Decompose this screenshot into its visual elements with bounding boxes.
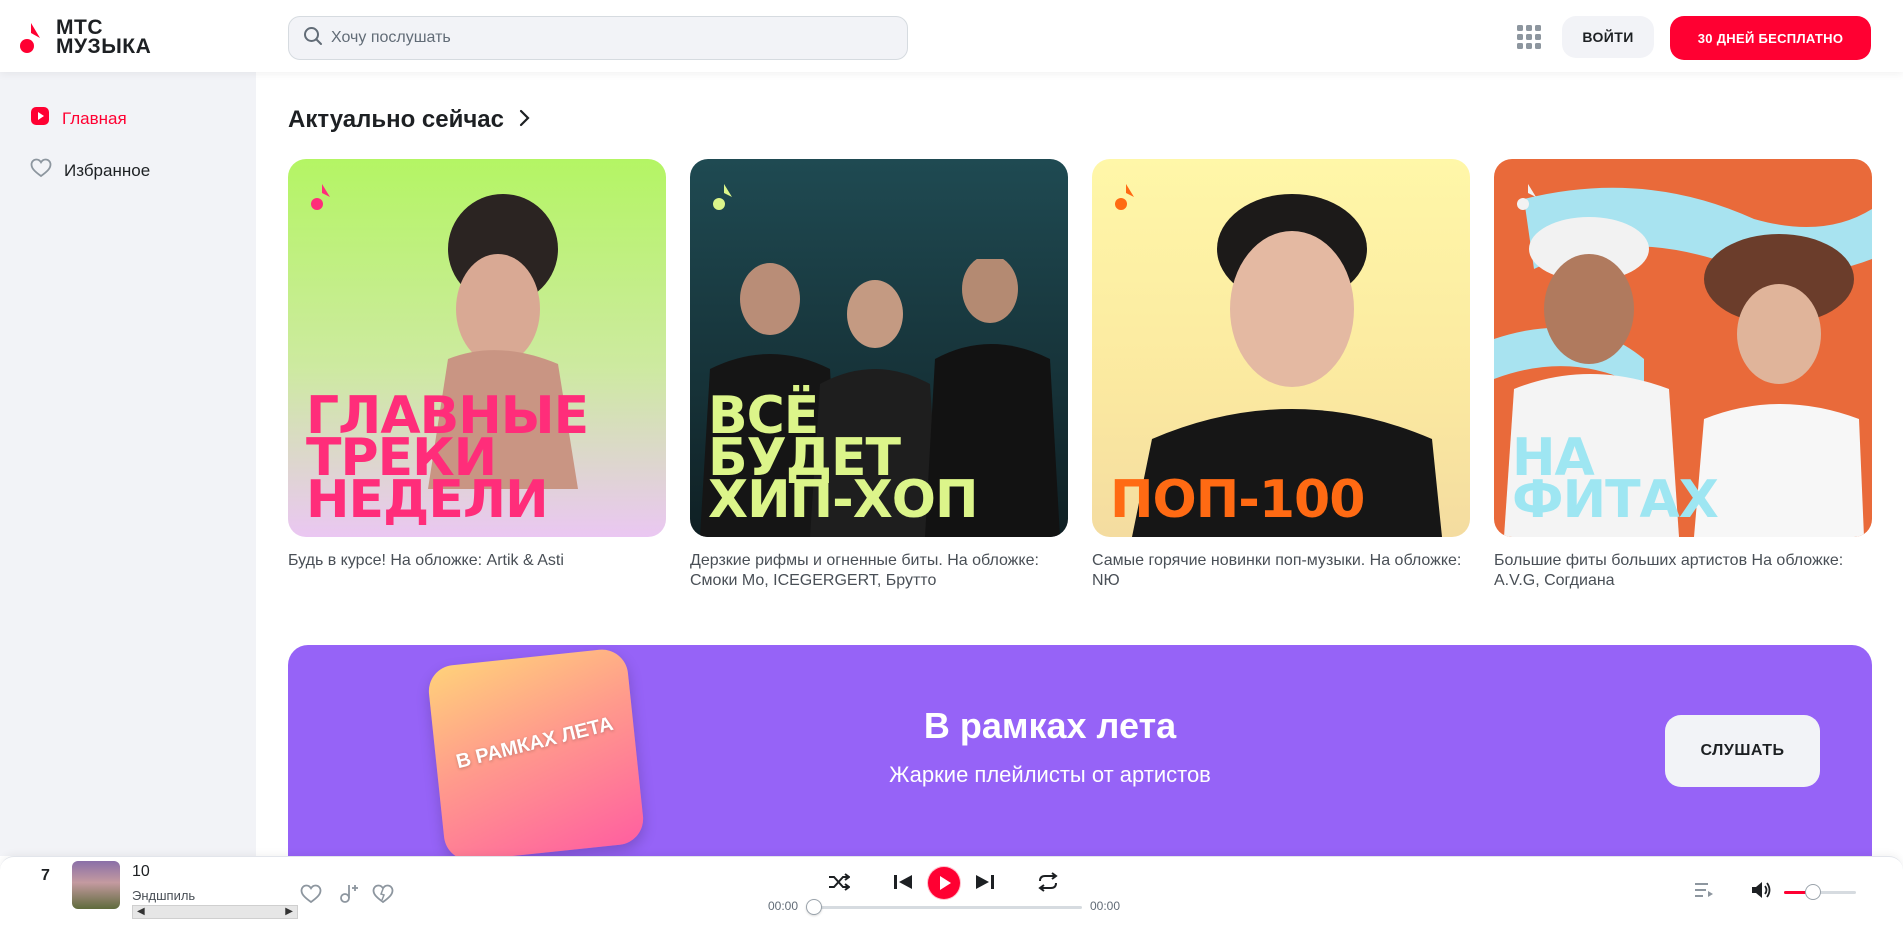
play-square-icon (30, 106, 50, 131)
header: МТС МУЗЫКА ВОЙТИ 30 ДНЕЙ БЕСПЛАТНО (0, 0, 1903, 72)
time-current: 00:00 (768, 899, 799, 913)
playlist-cover: ПОП-100 (1092, 159, 1470, 537)
card-description: Большие фиты больших артистов На обложке… (1494, 552, 1844, 589)
heart-icon (30, 158, 52, 183)
promo-cover-art[interactable]: В РАМКАХ ЛЕТА (426, 647, 646, 856)
sidebar-item-favorites[interactable]: Избранное (30, 158, 150, 183)
section-title-link[interactable]: Актуально сейчас (288, 106, 530, 134)
playlist-cover: ГЛАВНЫЕ ТРЕКИ НЕДЕЛИ (288, 159, 666, 537)
promo-subtitle: Жаркие плейлисты от артистов (288, 762, 1872, 788)
track-thumbnail[interactable] (72, 861, 120, 909)
listen-button[interactable]: СЛУШАТЬ (1665, 715, 1820, 787)
main-content: Актуально сейчас ГЛАВНЫЕ ТРЕКИ НЕДЕЛИ Будь… (256, 72, 1903, 856)
shuffle-icon[interactable] (828, 873, 851, 896)
time-total: 00:00 (1090, 899, 1121, 913)
volume-handle[interactable] (1804, 884, 1821, 900)
free-trial-button[interactable]: 30 ДНЕЙ БЕСПЛАТНО (1670, 16, 1871, 60)
volume-icon[interactable] (1751, 881, 1773, 904)
previous-track-icon[interactable] (893, 874, 913, 895)
cover-title: ПОП-100 (1110, 470, 1365, 530)
apps-grid-icon[interactable] (1516, 24, 1542, 50)
promo-title: В рамках лета (288, 705, 1872, 747)
login-button[interactable]: ВОЙТИ (1562, 16, 1654, 58)
search-box[interactable] (288, 16, 908, 60)
track-title[interactable]: 10 (132, 863, 150, 881)
note-icon (311, 184, 330, 210)
repeat-icon[interactable] (1037, 872, 1059, 897)
dislike-heart-icon[interactable] (372, 884, 394, 909)
card-description: Самые горячие новинки поп-музыки. На обл… (1092, 552, 1462, 589)
playlist-card[interactable]: ВСЁ БУДЕТ ХИП-ХОП Дерзкие рифмы и огненные… (690, 159, 1068, 591)
note-icon (1115, 184, 1134, 210)
playlist-card[interactable]: ПОП-100 Самые горячие новинки поп-музыки… (1092, 159, 1470, 591)
note-icon (713, 184, 732, 210)
scroll-right-icon[interactable]: ▶ (285, 906, 293, 918)
horizontal-scrollbar[interactable]: ◀ ▶ (132, 905, 298, 919)
track-number: 7 (41, 867, 50, 884)
section-title: Актуально сейчас (288, 106, 504, 133)
promo-subtitle-text: Жаркие плейлисты от артистов (889, 762, 1211, 787)
playlist-cover: ВСЁ БУДЕТ ХИП-ХОП (690, 159, 1068, 537)
sidebar-item-label: Главная (62, 108, 127, 128)
playlist-card[interactable]: НА ФИТАХ Большие фиты больших артистов На… (1494, 159, 1872, 591)
cover-title: ВСЁ БУДЕТ ХИП-ХОП (708, 386, 979, 530)
playlist-card[interactable]: ГЛАВНЫЕ ТРЕКИ НЕДЕЛИ Будь в курсе! На обло… (288, 159, 666, 571)
chevron-right-icon (518, 106, 530, 134)
cover-title: НА ФИТАХ (1512, 428, 1719, 530)
sidebar-item-home[interactable]: Главная (30, 106, 127, 131)
next-track-icon[interactable] (975, 874, 995, 895)
like-heart-icon[interactable] (300, 884, 322, 909)
play-button[interactable] (927, 866, 961, 905)
promo-title-text: В рамках лета (923, 705, 1177, 746)
logo-note-icon (18, 19, 48, 55)
sidebar: Главная Избранное (0, 72, 256, 856)
logo-line-2: МУЗЫКА (56, 35, 152, 58)
add-to-playlist-icon[interactable] (338, 882, 358, 909)
queue-list-icon[interactable] (1694, 882, 1714, 903)
playlist-cover: НА ФИТАХ (1494, 159, 1872, 537)
card-description: Дерзкие рифмы и огненные биты. На обложк… (690, 552, 1039, 589)
scroll-left-icon[interactable]: ◀ (137, 906, 145, 918)
note-icon (1517, 184, 1536, 210)
sidebar-item-label: Избранное (64, 160, 151, 180)
progress-handle[interactable] (806, 899, 822, 915)
search-icon (303, 26, 323, 51)
player-bar: 7 10 Эндшпиль ◀ ▶ 00:00 00:00 (0, 856, 1903, 927)
track-artist[interactable]: Эндшпиль (132, 888, 195, 903)
logo-text: МТС МУЗЫКА (56, 17, 152, 58)
mts-music-logo[interactable]: МТС МУЗЫКА (18, 17, 152, 58)
promo-banner: В РАМКАХ ЛЕТА В рамках лета Жаркие плейл… (288, 645, 1872, 856)
cover-title: ГЛАВНЫЕ ТРЕКИ НЕДЕЛИ (306, 386, 589, 530)
card-description: Будь в курсе! На обложке: Artik & Asti (288, 552, 564, 569)
progress-bar[interactable] (814, 906, 1082, 909)
search-input[interactable] (331, 29, 891, 47)
